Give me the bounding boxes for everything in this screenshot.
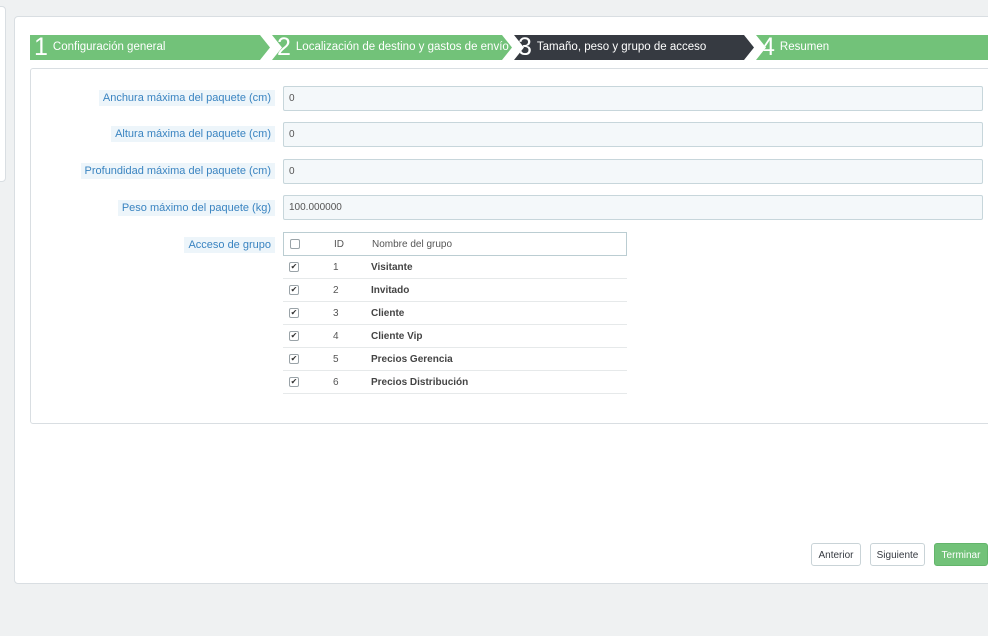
wizard-steps: 1 Configuración general 2 Localización d… bbox=[30, 35, 988, 60]
max-width-input[interactable] bbox=[283, 86, 983, 111]
step-number: 2 bbox=[277, 33, 291, 61]
table-row: ✔ 1 Visitante bbox=[283, 256, 627, 279]
wizard-step-1[interactable]: 1 Configuración general bbox=[30, 35, 270, 60]
table-row: ✔ 6 Precios Distribución bbox=[283, 371, 627, 394]
group-name: Cliente Vip bbox=[371, 330, 423, 342]
group-access-table: ID Nombre del grupo ✔ 1 Visitante ✔ 2 In… bbox=[283, 232, 627, 394]
group-name: Cliente bbox=[371, 307, 405, 319]
group-checkbox[interactable]: ✔ bbox=[289, 262, 299, 272]
side-panel-edge bbox=[0, 6, 6, 182]
previous-button[interactable]: Anterior bbox=[811, 543, 861, 566]
table-row: ✔ 5 Precios Gerencia bbox=[283, 348, 627, 371]
group-checkbox[interactable]: ✔ bbox=[289, 377, 299, 387]
group-name: Visitante bbox=[371, 261, 413, 273]
wizard-step-4[interactable]: 4 Resumen bbox=[756, 35, 988, 60]
group-id: 3 bbox=[333, 307, 339, 319]
max-width-label: Anchura máxima del paquete (cm) bbox=[98, 90, 275, 106]
table-row: ✔ 3 Cliente bbox=[283, 302, 627, 325]
table-row: ✔ 2 Invitado bbox=[283, 279, 627, 302]
group-name: Precios Gerencia bbox=[371, 353, 453, 365]
step-label: Localización de destino y gastos de enví… bbox=[295, 41, 509, 53]
group-id: 1 bbox=[333, 261, 339, 273]
step-label: Configuración general bbox=[52, 41, 166, 53]
max-height-input[interactable] bbox=[283, 122, 983, 147]
step-number: 4 bbox=[761, 33, 775, 61]
max-height-label: Altura máxima del paquete (cm) bbox=[111, 126, 275, 142]
step-number: 1 bbox=[34, 33, 48, 61]
column-header-id: ID bbox=[334, 238, 344, 250]
group-table-header: ID Nombre del grupo bbox=[283, 232, 627, 256]
next-button[interactable]: Siguiente bbox=[870, 543, 925, 566]
group-id: 4 bbox=[333, 330, 339, 342]
step-number: 3 bbox=[518, 33, 532, 61]
finish-button[interactable]: Terminar bbox=[934, 543, 988, 566]
group-name: Invitado bbox=[371, 284, 410, 296]
max-weight-label: Peso máximo del paquete (kg) bbox=[117, 200, 275, 216]
max-depth-input[interactable] bbox=[283, 159, 983, 184]
group-name: Precios Distribución bbox=[371, 376, 469, 388]
step-label: Tamaño, peso y grupo de acceso bbox=[536, 41, 707, 53]
group-checkbox[interactable]: ✔ bbox=[289, 285, 299, 295]
column-header-name: Nombre del grupo bbox=[372, 238, 453, 250]
group-id: 5 bbox=[333, 353, 339, 365]
group-access-label: Acceso de grupo bbox=[184, 237, 275, 253]
max-weight-input[interactable] bbox=[283, 195, 983, 220]
group-id: 2 bbox=[333, 284, 339, 296]
select-all-checkbox[interactable] bbox=[290, 239, 300, 249]
step-label: Resumen bbox=[779, 41, 830, 53]
group-id: 6 bbox=[333, 376, 339, 388]
group-checkbox[interactable]: ✔ bbox=[289, 354, 299, 364]
group-checkbox[interactable]: ✔ bbox=[289, 308, 299, 318]
wizard-step-2[interactable]: 2 Localización de destino y gastos de en… bbox=[272, 35, 512, 60]
wizard-step-3[interactable]: 3 Tamaño, peso y grupo de acceso bbox=[514, 35, 754, 60]
group-checkbox[interactable]: ✔ bbox=[289, 331, 299, 341]
table-row: ✔ 4 Cliente Vip bbox=[283, 325, 627, 348]
max-depth-label: Profundidad máxima del paquete (cm) bbox=[80, 163, 275, 179]
